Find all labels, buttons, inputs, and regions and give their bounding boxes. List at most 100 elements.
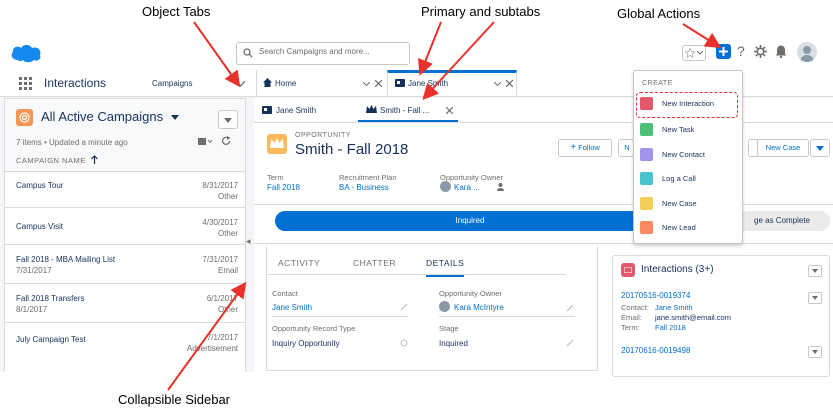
user-avatar[interactable] — [797, 42, 817, 62]
more-actions-button[interactable] — [810, 139, 830, 157]
contact-value[interactable]: Jane Smith — [655, 303, 693, 312]
global-actions-button[interactable] — [716, 44, 731, 59]
field-value-stage: Inquired — [439, 339, 468, 348]
case-icon — [640, 197, 653, 210]
list-item[interactable]: Fall 2018 - MBA Mailing List 7/31/2017 7… — [5, 245, 245, 284]
campaign-name[interactable]: Fall 2018 - MBA Mailing List — [16, 255, 115, 264]
help-icon[interactable]: ? — [737, 43, 745, 59]
chevron-down-icon[interactable] — [494, 82, 501, 86]
follow-label: Follow — [578, 143, 600, 152]
action-label: N — [624, 143, 630, 152]
close-icon[interactable] — [506, 80, 513, 87]
chevron-down-icon[interactable] — [236, 81, 245, 87]
app-launcher-icon[interactable] — [19, 77, 32, 90]
new-case-button[interactable]: New Case — [757, 139, 809, 157]
object-tab-campaigns[interactable]: Campaigns — [142, 70, 250, 96]
notifications-bell-icon[interactable] — [775, 44, 787, 58]
list-actions-button[interactable] — [218, 110, 238, 129]
highlight-value[interactable]: Kara ... — [454, 183, 480, 192]
highlight-label: Opportunity Owner — [440, 173, 503, 182]
chevron-down-icon[interactable] — [363, 82, 370, 86]
interaction-record-link[interactable]: 20170516-0019374 — [621, 291, 690, 300]
subtab-jane-smith[interactable]: Jane Smith — [254, 98, 350, 122]
close-icon[interactable] — [375, 80, 382, 87]
row-actions-button[interactable] — [808, 292, 822, 304]
search-icon — [243, 48, 253, 58]
caret-down-icon — [812, 296, 818, 300]
follow-button[interactable]: + Follow — [558, 139, 612, 157]
workspace-tab-jane-smith[interactable]: Jane Smith — [387, 70, 517, 96]
subtab-smith-fall[interactable]: Smith - Fall ... — [358, 98, 458, 122]
sort-ascending-icon[interactable] — [91, 155, 98, 164]
row-actions-button[interactable] — [808, 346, 822, 358]
list-item[interactable]: Campus Tour 8/31/2017 Other — [5, 171, 245, 208]
record-object-label: OPPORTUNITY — [295, 132, 351, 139]
contact-icon — [640, 148, 653, 161]
annotation-collapsible-sidebar: Collapsible Sidebar — [118, 392, 231, 407]
list-item[interactable]: Fall 2018 Transfers 8/1/2017 6/1/2017 Ot… — [5, 284, 245, 323]
workspace-tab-label: Home — [275, 79, 297, 88]
sidebar-collapse-handle[interactable]: ◂ — [246, 236, 251, 247]
caret-down-icon[interactable] — [171, 115, 179, 120]
campaign-name[interactable]: Fall 2018 Transfers — [16, 294, 84, 303]
change-record-type-icon[interactable] — [400, 339, 408, 347]
edit-pencil-icon[interactable] — [566, 339, 574, 347]
star-icon — [685, 48, 695, 58]
campaign-name[interactable]: Campus Tour — [16, 181, 63, 190]
menu-item-log-a-call[interactable]: Log a Call — [640, 172, 740, 188]
menu-item-new-lead[interactable]: New Lead — [640, 221, 740, 237]
related-list-menu-button[interactable] — [808, 265, 822, 277]
caret-down-icon — [224, 118, 232, 123]
workspace-tab-home[interactable]: Home — [256, 70, 387, 96]
edit-pencil-icon[interactable] — [566, 304, 574, 312]
close-icon[interactable] — [446, 107, 453, 114]
crown-icon — [366, 105, 377, 113]
display-as-icon[interactable] — [198, 137, 213, 146]
global-search-input[interactable]: Search Campaigns and more... — [236, 42, 410, 65]
campaign-name[interactable]: July Campaign Test — [16, 335, 86, 344]
subtab-label: Smith - Fall ... — [380, 106, 430, 115]
term-label: Term: — [621, 323, 640, 332]
field-label: Opportunity Record Type — [272, 324, 356, 333]
setup-gear-icon[interactable] — [754, 45, 767, 58]
list-item[interactable]: July Campaign Test 7/1/2017 Advertisemen… — [5, 323, 245, 363]
campaign-name[interactable]: Campus Visit — [16, 222, 63, 231]
path-stage-current[interactable]: Inquired — [275, 211, 665, 231]
annotation-global-actions: Global Actions — [617, 6, 701, 21]
tab-activity[interactable]: ACTIVITY — [278, 258, 320, 268]
highlight-value[interactable]: BA - Business — [339, 183, 389, 192]
highlight-value[interactable]: Fall 2018 — [267, 183, 300, 192]
menu-item-label: Log a Call — [662, 174, 696, 183]
workspace-tab-label: Jane Smith — [408, 79, 449, 88]
column-header-campaign-name[interactable]: CAMPAIGN NAME — [16, 156, 86, 165]
list-view-title[interactable]: All Active Campaigns — [41, 109, 163, 124]
list-item[interactable]: Campus Visit 4/30/2017 Other — [5, 208, 245, 245]
global-actions-menu: CREATE New Interaction New Task New Cont… — [633, 70, 743, 244]
interaction-icon — [621, 263, 635, 277]
menu-item-label: New Case — [662, 199, 697, 208]
tab-chatter[interactable]: CHATTER — [353, 258, 396, 268]
campaign-date: 7/1/2017 — [206, 333, 238, 342]
campaign-start-date: 8/1/2017 — [16, 305, 48, 314]
contact-label: Contact: — [621, 303, 649, 312]
menu-item-new-contact[interactable]: New Contact — [640, 148, 740, 164]
related-list-title[interactable]: Interactions (3+) — [641, 264, 714, 275]
menu-item-new-task[interactable]: New Task — [640, 123, 740, 139]
menu-item-label: New Lead — [662, 223, 696, 232]
term-value[interactable]: Fall 2018 — [655, 323, 686, 332]
refresh-icon[interactable] — [221, 136, 231, 146]
campaign-type: Advertisement — [186, 344, 238, 353]
subtab-bar: Jane Smith Smith - Fall ... — [254, 98, 833, 123]
menu-item-new-case[interactable]: New Case — [640, 197, 740, 213]
field-value-contact[interactable]: Jane Smith — [272, 303, 312, 312]
edit-pencil-icon[interactable] — [400, 303, 408, 311]
campaign-icon — [16, 109, 33, 126]
email-value: jane.smith@email.com — [655, 313, 731, 322]
favorites-button[interactable] — [682, 45, 706, 61]
field-value-owner[interactable]: Kara McIntyre — [454, 303, 504, 312]
mark-stage-complete-button[interactable]: ge as Complete — [734, 211, 830, 231]
interaction-record-link[interactable]: 20170616-0019498 — [621, 346, 690, 355]
change-owner-icon[interactable] — [497, 182, 506, 191]
object-tab-label: Campaigns — [152, 79, 193, 88]
record-title: Smith - Fall 2018 — [295, 141, 409, 158]
